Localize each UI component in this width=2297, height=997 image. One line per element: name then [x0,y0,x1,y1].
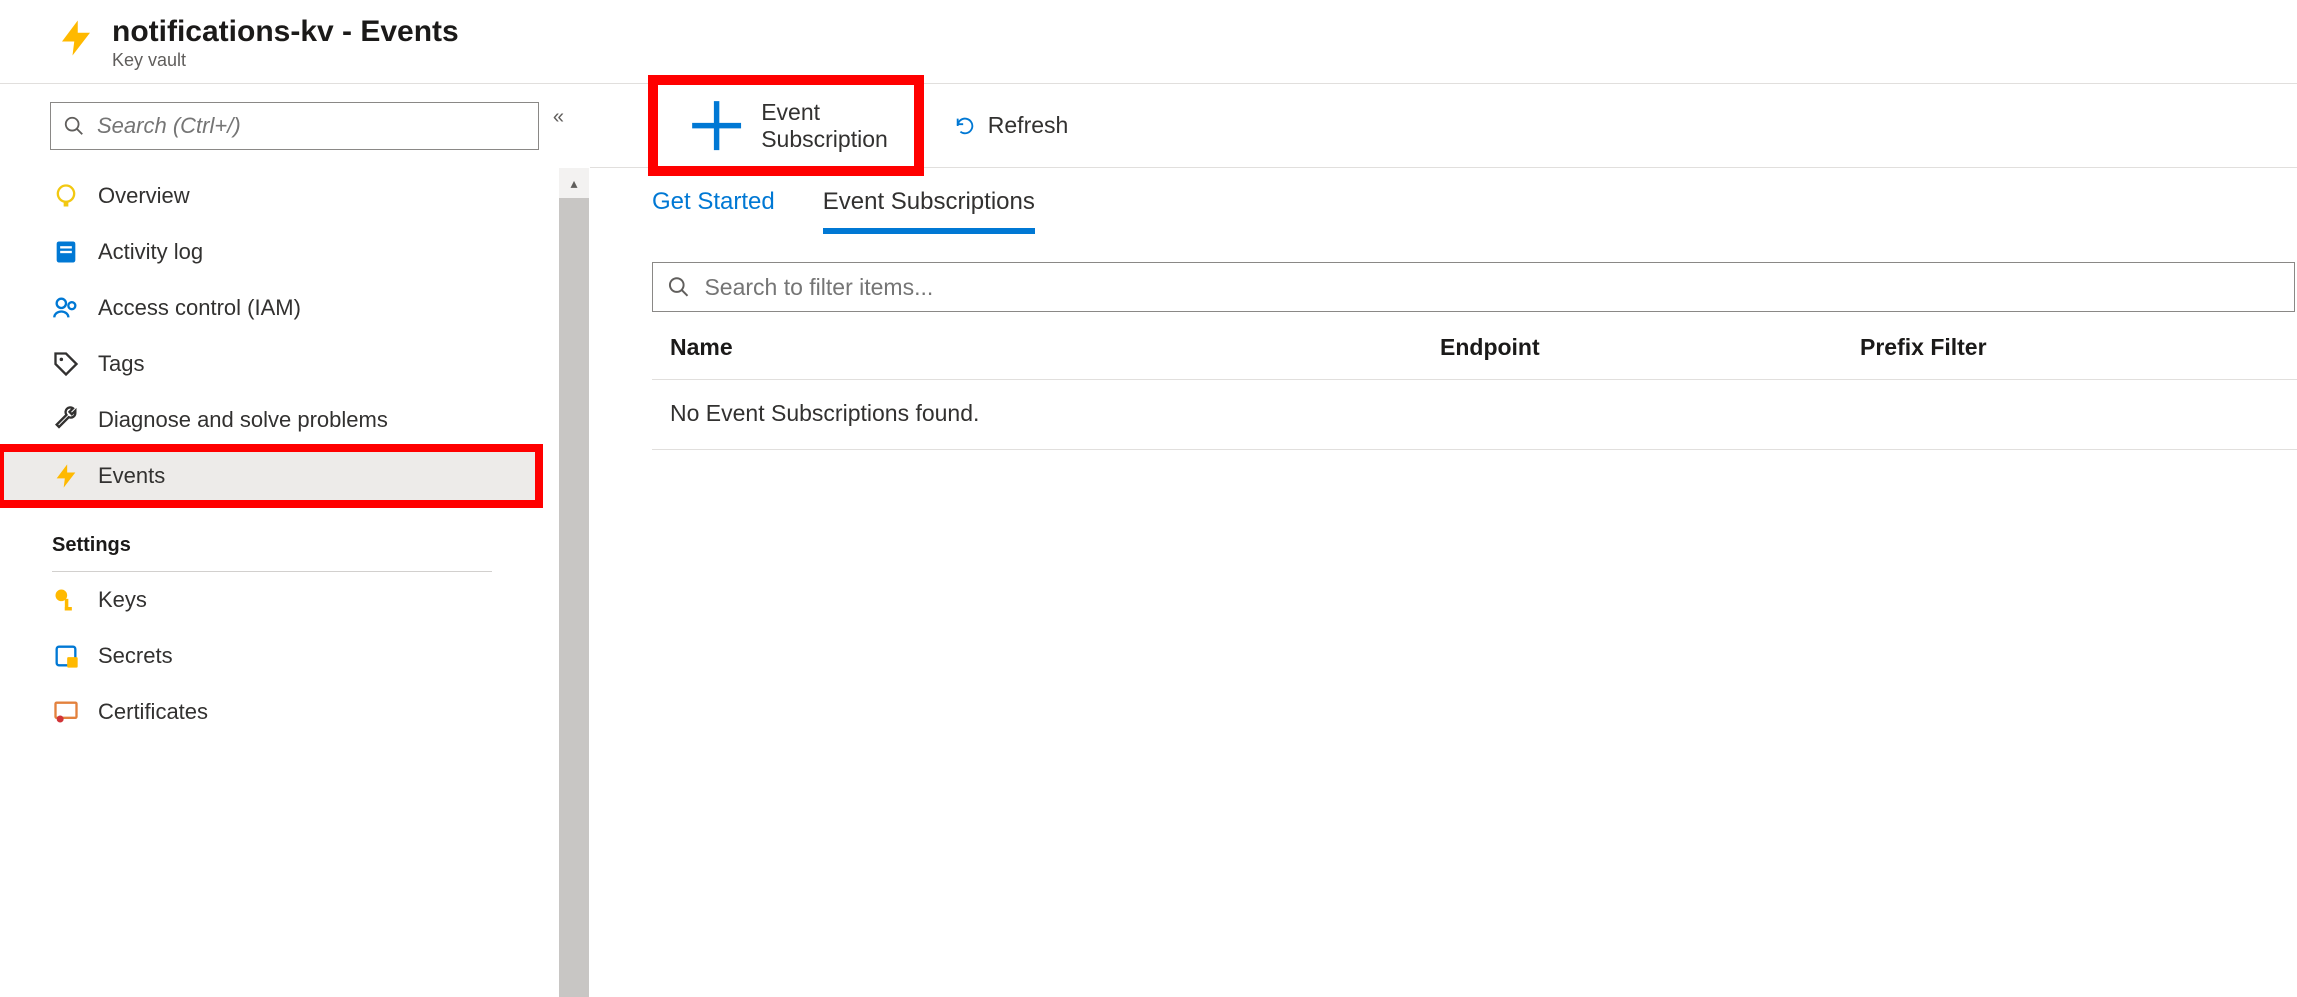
nav-section-settings: Settings [0,504,539,565]
refresh-button[interactable]: Refresh [938,104,1085,147]
scroll-up-icon[interactable]: ▴ [559,168,589,198]
sidebar-search-input[interactable] [97,113,526,139]
refresh-icon [954,115,976,137]
nav-list: Overview Activity log Access control (IA… [0,168,559,997]
sidebar-item-label: Access control (IAM) [98,295,301,321]
page-header: notifications-kv - Events Key vault [0,0,2297,84]
collapse-sidebar-icon[interactable]: « [553,106,564,129]
sidebar-item-activity-log[interactable]: Activity log [0,224,539,280]
sidebar-item-label: Tags [98,351,144,377]
people-icon [52,294,80,322]
scroll-thumb[interactable] [559,198,589,997]
tab-get-started[interactable]: Get Started [652,188,775,234]
tabs: Get Started Event Subscriptions [590,168,2297,234]
log-icon [52,238,80,266]
filter-input[interactable] [704,274,2280,301]
sidebar-item-secrets[interactable]: Secrets [0,628,539,684]
search-icon [667,275,690,299]
sidebar-item-events[interactable]: Events [0,448,539,504]
page-subtitle: Key vault [112,50,459,71]
key-icon [52,586,80,614]
sidebar-item-diagnose[interactable]: Diagnose and solve problems [0,392,539,448]
tab-event-subscriptions[interactable]: Event Subscriptions [823,188,1035,234]
lightning-icon [52,462,80,490]
certificate-icon [52,698,80,726]
wrench-icon [52,406,80,434]
tags-icon [52,350,80,378]
sidebar-item-label: Events [98,463,165,489]
col-prefix[interactable]: Prefix Filter [1860,334,2297,361]
event-subscription-button[interactable]: Event Subscription [648,75,924,176]
sidebar-item-label: Diagnose and solve problems [98,407,388,433]
lightning-icon [55,17,97,59]
sidebar-item-label: Activity log [98,239,203,265]
secret-icon [52,642,80,670]
subscriptions-table: Name Endpoint Prefix Filter No Event Sub… [652,312,2297,450]
event-subscription-label: Event Subscription [761,99,888,153]
page-title: notifications-kv - Events [112,15,459,48]
main-content: Event Subscription Refresh Get Started E… [590,84,2297,997]
plus-icon [684,93,749,158]
sidebar-item-overview[interactable]: Overview [0,168,539,224]
sidebar-item-label: Keys [98,587,147,613]
bulb-icon [52,182,80,210]
refresh-label: Refresh [988,112,1069,139]
sidebar-item-label: Overview [98,183,190,209]
col-endpoint[interactable]: Endpoint [1440,334,1860,361]
search-icon [63,115,85,137]
empty-state: No Event Subscriptions found. [652,380,2297,450]
sidebar-item-label: Certificates [98,699,208,725]
sidebar: « Overview Activity log [0,84,590,997]
sidebar-item-certificates[interactable]: Certificates [0,684,539,740]
toolbar: Event Subscription Refresh [590,84,2297,168]
table-header: Name Endpoint Prefix Filter [652,312,2297,380]
sidebar-item-access-control[interactable]: Access control (IAM) [0,280,539,336]
sidebar-item-label: Secrets [98,643,173,669]
sidebar-item-keys[interactable]: Keys [0,572,539,628]
sidebar-item-tags[interactable]: Tags [0,336,539,392]
filter-search[interactable] [652,262,2295,312]
col-name[interactable]: Name [670,334,1440,361]
sidebar-search[interactable] [50,102,539,150]
sidebar-scrollbar[interactable]: ▴ [559,168,589,997]
